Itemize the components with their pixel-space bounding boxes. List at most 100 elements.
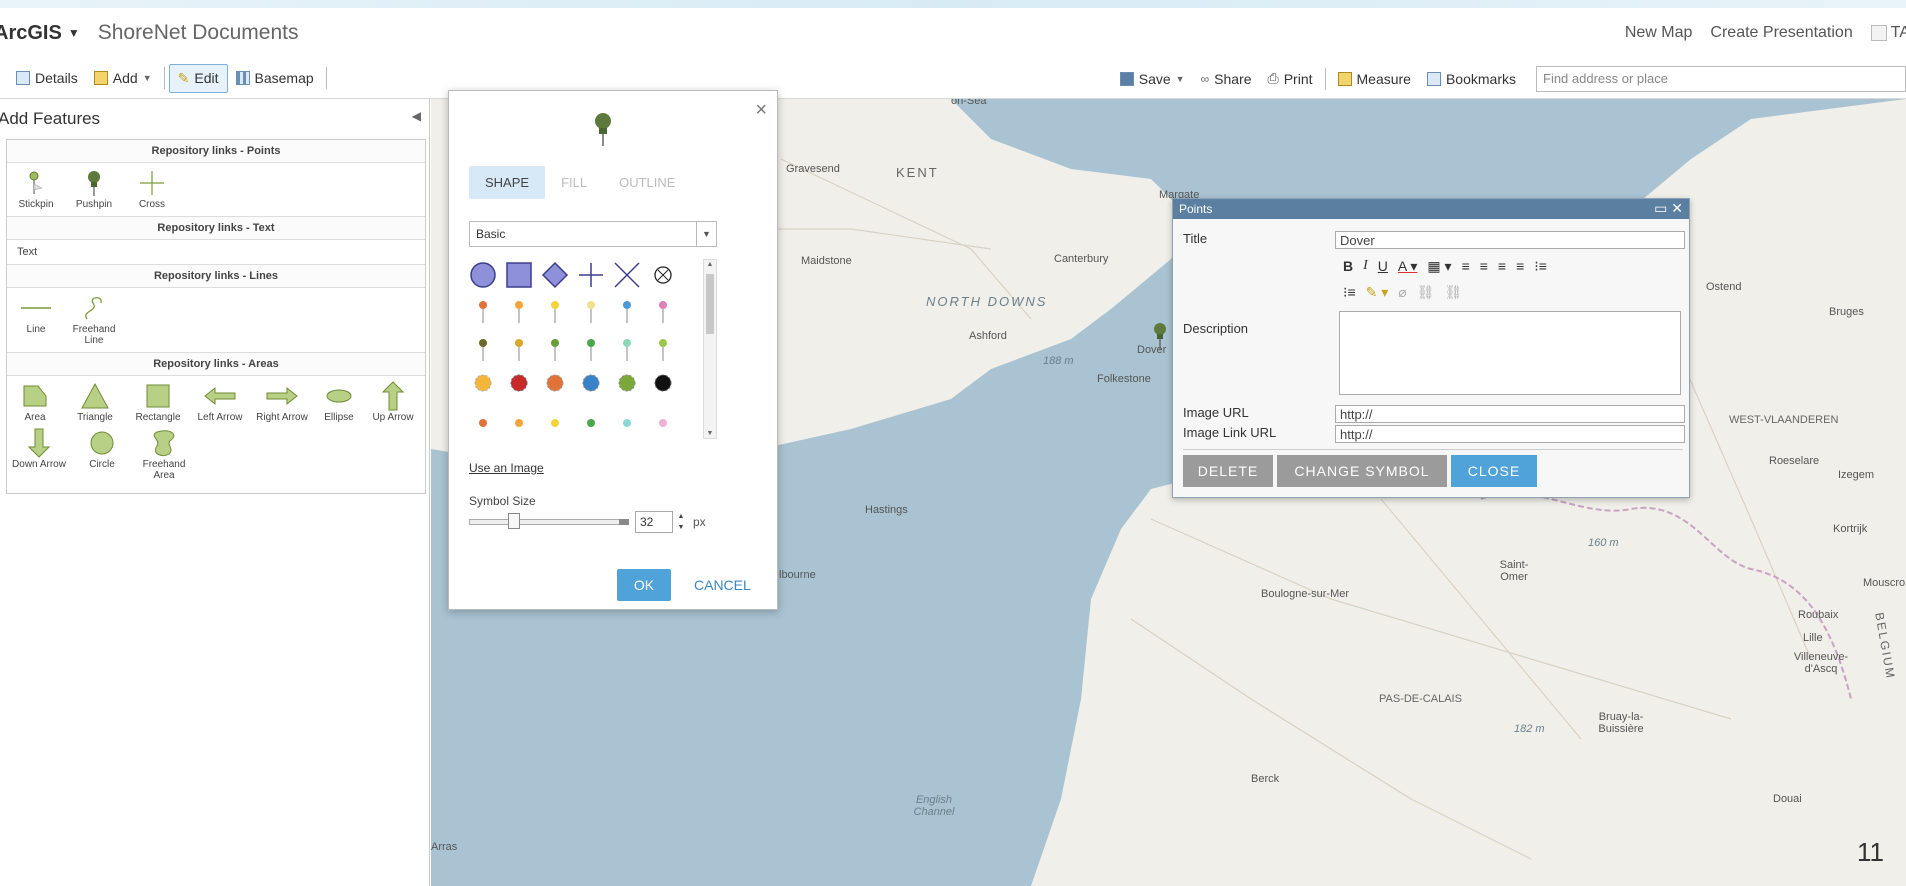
use-image-link[interactable]: Use an Image bbox=[469, 461, 544, 475]
symbol-grid[interactable] bbox=[469, 259, 699, 439]
template-freehand-area[interactable]: Freehand Area bbox=[133, 425, 195, 483]
rectangle-icon bbox=[146, 384, 170, 408]
spinner-icon[interactable]: ▲ ▼ bbox=[675, 511, 687, 533]
pushpin-preview-icon bbox=[595, 113, 611, 146]
bookmarks-button[interactable]: Bookmarks bbox=[1419, 66, 1524, 92]
template-cross[interactable]: Cross bbox=[123, 165, 181, 212]
collapse-icon[interactable]: ◀ bbox=[412, 109, 421, 123]
underline-icon[interactable]: U bbox=[1378, 258, 1388, 274]
close-button[interactable]: CLOSE bbox=[1451, 455, 1537, 487]
template-up-arrow[interactable]: Up Arrow bbox=[365, 378, 421, 425]
template-triangle[interactable]: Triangle bbox=[63, 378, 127, 425]
title-field[interactable]: Dover bbox=[1335, 231, 1685, 249]
scroll-thumb[interactable] bbox=[706, 274, 714, 334]
basemap-button[interactable]: Basemap bbox=[228, 65, 322, 91]
map-label: lbourne bbox=[779, 569, 816, 581]
template-stickpin[interactable]: Stickpin bbox=[7, 165, 65, 212]
search-input[interactable] bbox=[1536, 65, 1906, 92]
details-button[interactable]: Details bbox=[8, 65, 86, 91]
template-circle[interactable]: Circle bbox=[71, 425, 133, 483]
tab-fill[interactable]: FILL bbox=[545, 166, 603, 199]
map-label: Saint-Omer bbox=[1499, 559, 1529, 583]
freehand-area-icon bbox=[153, 430, 175, 457]
pencil-icon: ✎ bbox=[177, 69, 190, 86]
link-add-icon[interactable]: ⛓ bbox=[1417, 284, 1435, 301]
bold-icon[interactable]: B bbox=[1343, 258, 1353, 274]
highlight-icon[interactable]: ▦ ▾ bbox=[1427, 258, 1451, 275]
align-left-icon[interactable]: ≡ bbox=[1462, 258, 1470, 274]
template-text[interactable]: Text bbox=[7, 240, 425, 264]
slider-handle[interactable] bbox=[508, 513, 520, 529]
template-rectangle[interactable]: Rectangle bbox=[127, 378, 189, 425]
symbol-tabs: SHAPE FILL OUTLINE bbox=[469, 166, 691, 199]
font-color-icon[interactable]: A ▾ bbox=[1398, 258, 1417, 275]
chevron-down-icon[interactable]: ▼ bbox=[68, 26, 80, 40]
delete-button[interactable]: DELETE bbox=[1183, 455, 1273, 487]
close-icon[interactable]: × bbox=[755, 99, 767, 122]
add-button[interactable]: Add ▼ bbox=[86, 65, 160, 91]
user-menu[interactable]: TA bbox=[1870, 24, 1906, 42]
align-center-icon[interactable]: ≡ bbox=[1480, 258, 1488, 274]
template-down-arrow[interactable]: Down Arrow bbox=[7, 425, 71, 483]
image-link-url-label: Image Link URL bbox=[1183, 425, 1277, 440]
align-right-icon[interactable]: ≡ bbox=[1498, 258, 1506, 274]
scroll-down-icon[interactable]: ▼ bbox=[704, 430, 716, 437]
template-left-arrow[interactable]: Left Arrow bbox=[189, 378, 251, 425]
brand-menu[interactable]: ArcGIS bbox=[0, 22, 62, 45]
description-label: Description bbox=[1183, 321, 1249, 336]
chevron-down-icon: ▼ bbox=[696, 222, 716, 246]
share-button[interactable]: ∞ Share bbox=[1193, 66, 1260, 92]
print-button[interactable]: ⎙ Print bbox=[1260, 65, 1321, 92]
link-remove-icon[interactable]: ⛓ bbox=[1445, 284, 1463, 301]
tab-shape[interactable]: SHAPE bbox=[469, 166, 546, 199]
numbered-list-icon[interactable]: ⁝≡ bbox=[1534, 258, 1547, 275]
remove-format-icon[interactable]: ⌀ bbox=[1398, 284, 1406, 301]
symbol-size-input[interactable]: 32 bbox=[635, 511, 673, 533]
close-icon[interactable]: ✕ bbox=[1671, 200, 1683, 216]
symbol-size-slider[interactable] bbox=[469, 513, 629, 529]
save-icon bbox=[1119, 71, 1134, 86]
group-heading-text: Repository links - Text bbox=[7, 216, 425, 240]
image-link-url-field[interactable]: http:// bbox=[1335, 425, 1685, 443]
map-toolbar: Details Add ▼ ✎ Edit Basemap Save ▼ ∞ Sh… bbox=[0, 58, 1906, 99]
save-button[interactable]: Save ▼ bbox=[1112, 66, 1193, 92]
maximize-icon[interactable]: ▭ bbox=[1654, 200, 1667, 216]
org-title: ShoreNet Documents bbox=[97, 21, 299, 44]
edit-button[interactable]: ✎ Edit bbox=[168, 63, 228, 93]
left-arrow-icon bbox=[204, 386, 236, 406]
chevron-down-icon: ▼ bbox=[1175, 73, 1185, 84]
link-icon[interactable]: ✎ ▾ bbox=[1366, 284, 1389, 301]
justify-icon[interactable]: ≡ bbox=[1516, 258, 1524, 274]
tab-outline[interactable]: OUTLINE bbox=[603, 166, 691, 199]
image-url-field[interactable]: http:// bbox=[1335, 405, 1685, 423]
symbol-category-select[interactable]: Basic ▼ bbox=[469, 221, 717, 247]
measure-button[interactable]: Measure bbox=[1330, 66, 1419, 92]
template-area[interactable]: Area bbox=[7, 378, 63, 425]
map-label: 188 m bbox=[1043, 355, 1074, 367]
template-freehand-line[interactable]: Freehand Line bbox=[65, 290, 123, 348]
template-pushpin[interactable]: Pushpin bbox=[65, 165, 123, 212]
cancel-button[interactable]: CANCEL bbox=[694, 569, 751, 601]
map-label: English Channel bbox=[913, 794, 955, 818]
stickpin-icon bbox=[29, 171, 43, 194]
page-number: 11 bbox=[1857, 837, 1884, 867]
feature-popup: Points ▭ ✕ Title Dover B I U A ▾ ▦ ▾ ≡ ≡… bbox=[1172, 198, 1690, 498]
popup-header: Points ▭ ✕ bbox=[1173, 199, 1689, 219]
italic-icon[interactable]: I bbox=[1363, 258, 1368, 274]
map-label: WEST-VLAANDEREN bbox=[1729, 414, 1839, 426]
map-label: Ashford bbox=[969, 330, 1007, 342]
template-line[interactable]: Line bbox=[7, 290, 65, 348]
change-symbol-button[interactable]: CHANGE SYMBOL bbox=[1277, 455, 1447, 487]
create-presentation-link[interactable]: Create Presentation bbox=[1710, 24, 1852, 42]
description-textarea[interactable] bbox=[1339, 311, 1681, 395]
template-ellipse[interactable]: Ellipse bbox=[313, 378, 365, 425]
symbol-grid-scrollbar[interactable]: ▲ ▼ bbox=[703, 259, 717, 439]
map-label: Kortrijk bbox=[1833, 523, 1868, 535]
new-map-link[interactable]: New Map bbox=[1625, 24, 1693, 42]
scroll-up-icon[interactable]: ▲ bbox=[704, 261, 716, 268]
ok-button[interactable]: OK bbox=[617, 569, 671, 601]
pushpin-marker-icon[interactable] bbox=[1149, 321, 1171, 351]
bullet-list-icon[interactable]: ⁝≡ bbox=[1343, 284, 1356, 301]
square-symbol-icon bbox=[506, 262, 532, 288]
template-right-arrow[interactable]: Right Arrow bbox=[251, 378, 313, 425]
